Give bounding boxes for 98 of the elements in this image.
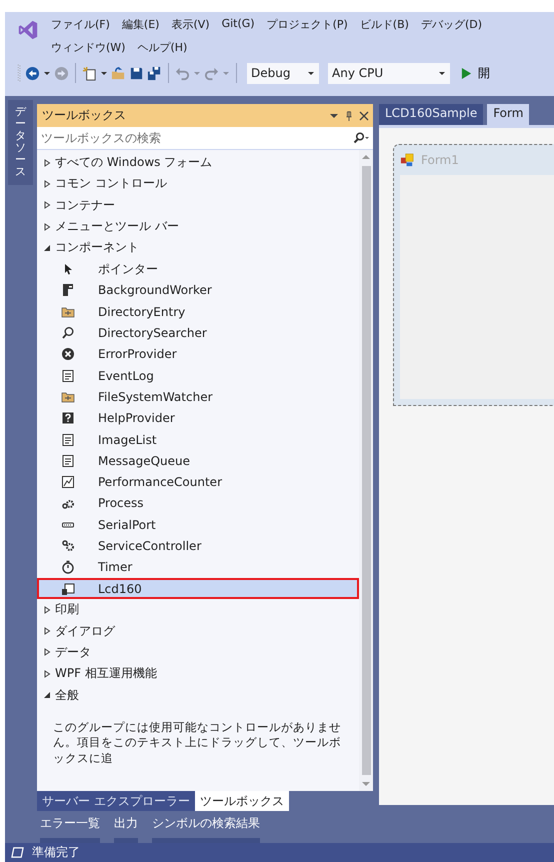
document-icon — [61, 368, 75, 383]
menu-item[interactable]: ウィンドウ(W) — [47, 38, 130, 57]
pin-icon[interactable] — [344, 110, 354, 120]
help-icon — [61, 411, 75, 426]
save-all-icon — [147, 66, 162, 80]
caret-icon — [100, 69, 108, 77]
caret-button[interactable] — [100, 69, 108, 77]
menu-item[interactable]: ヘルプ(H) — [133, 38, 192, 57]
collapsed-triangle-icon — [43, 606, 51, 614]
collapsed-triangle-icon — [43, 670, 51, 678]
search-field[interactable]: ツールボックスの検索 — [37, 127, 373, 150]
group-header[interactable]: ダイアログ — [37, 620, 359, 642]
menu-item[interactable]: デバッグ(D) — [416, 15, 486, 34]
caret-button[interactable] — [43, 69, 51, 77]
save-icon — [129, 66, 144, 80]
menu-item[interactable]: Git(G) — [218, 15, 259, 34]
menu-item[interactable]: 表示(V) — [167, 15, 214, 34]
caret-icon — [222, 69, 230, 77]
collapsed-triangle-icon — [43, 180, 51, 188]
expanded-triangle-icon — [43, 244, 51, 252]
gear-icon — [61, 538, 75, 553]
toolbox-item[interactable]: EventLog — [37, 364, 359, 386]
caret-icon — [438, 69, 446, 77]
side-tab[interactable]: データソース — [8, 100, 33, 185]
toolbox-item[interactable]: Process — [37, 492, 359, 514]
toolbox-item[interactable]: DirectoryEntry — [37, 301, 359, 322]
save-button[interactable] — [129, 66, 144, 80]
group-header[interactable]: すべての Windows フォーム — [37, 152, 359, 174]
menu-item[interactable]: ファイル(F) — [47, 15, 114, 34]
new-project-icon — [82, 66, 97, 80]
toolbox-item[interactable]: ImageList — [37, 428, 359, 450]
search-input[interactable]: ツールボックスの検索 — [41, 131, 353, 145]
redo-icon — [204, 66, 219, 80]
document-tab[interactable]: LCD160Sample — [379, 104, 484, 125]
panel-tab[interactable]: ツールボックス — [194, 791, 289, 811]
caret-icon — [193, 69, 201, 77]
error-icon — [61, 347, 75, 362]
toolbox-item[interactable]: ポインター — [37, 258, 359, 280]
group-header[interactable]: WPF 相互運用機能 — [37, 663, 359, 684]
chart-icon — [61, 475, 75, 490]
search-icon[interactable] — [353, 132, 369, 144]
status-text: 準備完了 — [32, 844, 80, 861]
collapsed-triangle-icon — [43, 158, 51, 167]
document-tab[interactable]: Form — [487, 104, 530, 125]
status-icon — [11, 846, 24, 859]
stopwatch-icon — [61, 560, 75, 574]
toolbox-item[interactable]: Timer — [37, 556, 359, 578]
group-header[interactable]: 全般 — [37, 684, 359, 706]
group-header[interactable]: 印刷 — [37, 599, 359, 621]
toolbox-item[interactable]: ErrorProvider — [37, 344, 359, 365]
group-header[interactable]: コモン コントロール — [37, 173, 359, 195]
caret-icon — [43, 69, 51, 77]
toolbox-item[interactable]: Lcd160 — [37, 578, 359, 600]
caret-icon — [307, 69, 315, 77]
platform-dropdown[interactable]: Any CPU — [328, 62, 450, 84]
panel-title: ツールボックス — [42, 107, 127, 124]
toolbox-item[interactable]: BackgroundWorker — [37, 280, 359, 302]
menu-item[interactable]: ビルド(B) — [356, 15, 413, 34]
group-header[interactable]: メニューとツール バー — [37, 216, 359, 238]
open-button[interactable] — [111, 66, 126, 80]
panel-tab[interactable]: サーバー エクスプローラー — [37, 791, 195, 811]
component-icon — [61, 283, 75, 298]
form-title: Form1 — [421, 153, 459, 167]
undo-icon — [175, 66, 190, 80]
play-icon[interactable] — [461, 66, 472, 80]
toolbox-item[interactable]: PerformanceCounter — [37, 471, 359, 493]
menu-item[interactable]: 編集(E) — [118, 15, 164, 34]
menu-item[interactable]: プロジェクト(P) — [262, 15, 352, 34]
collapsed-triangle-icon — [43, 627, 51, 636]
empty-group-message: このグループには使用可能なコントロールがありません。項目をこのテキスト上にドラッグして、ツールボックスに追 — [52, 718, 342, 766]
form-icon — [400, 152, 415, 168]
search-icon — [61, 326, 75, 340]
saveall-button[interactable] — [147, 66, 162, 80]
document-icon — [61, 432, 75, 446]
folder-icon — [61, 390, 75, 404]
group-header[interactable]: コンポーネント — [37, 237, 359, 258]
close-icon[interactable] — [359, 110, 369, 120]
start-button[interactable]: 開 — [478, 64, 490, 82]
toolbox-item[interactable]: SerialPort — [37, 514, 359, 536]
folder-icon — [61, 304, 75, 319]
new-button[interactable] — [82, 66, 97, 80]
collapsed-triangle-icon — [43, 648, 51, 656]
logo-icon — [17, 19, 39, 41]
collapsed-triangle-icon — [43, 222, 51, 231]
group-header[interactable]: データ — [37, 642, 359, 664]
back-button[interactable] — [25, 66, 40, 80]
configuration-dropdown[interactable]: Debug — [247, 62, 319, 84]
group-header[interactable]: コンテナー — [37, 194, 359, 216]
document-icon — [61, 454, 75, 468]
toolbox-item[interactable]: FileSystemWatcher — [37, 386, 359, 408]
expanded-triangle-icon — [43, 691, 51, 700]
toolbox-item[interactable]: MessageQueue — [37, 450, 359, 472]
control-icon — [61, 582, 75, 596]
toolbox-item[interactable]: DirectorySearcher — [37, 322, 359, 344]
collapsed-triangle-icon — [43, 201, 51, 210]
toolbox-item[interactable]: HelpProvider — [37, 408, 359, 429]
toolbox-item[interactable]: ServiceController — [37, 535, 359, 557]
folder-icon — [111, 66, 126, 80]
